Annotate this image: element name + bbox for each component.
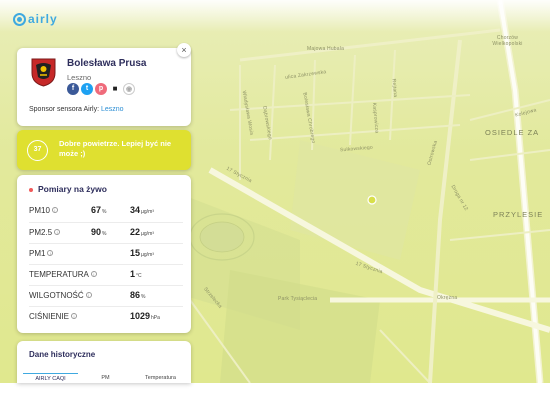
- measurement-label: WILGOTNOŚĆ i: [29, 291, 92, 300]
- station-name: Bolesława Prusa: [67, 58, 147, 69]
- map-label-przylesie: PRZYLESIE: [493, 210, 544, 219]
- tab-airly-caqi[interactable]: AIRLY CAQI: [23, 373, 78, 383]
- map-label-chorzow: Chorzów Wielkopolski: [492, 35, 523, 47]
- station-city: Leszno: [67, 73, 92, 82]
- measurement-value: 86%: [130, 290, 146, 300]
- pocket-icon[interactable]: p: [95, 83, 107, 95]
- measurement-row-temperature: TEMPERATURA i 1°C: [29, 264, 183, 284]
- map-label-okrezna: Okrężna: [437, 295, 458, 301]
- measurement-value: 1°C: [130, 269, 142, 279]
- measurement-value: 34µg/m³: [130, 205, 154, 215]
- map-label-park: Park Tysiąclecia: [278, 296, 318, 302]
- sponsor-link[interactable]: Leszno: [101, 106, 124, 113]
- airly-logo[interactable]: airly: [13, 12, 58, 26]
- measurement-percent: 67%: [91, 205, 107, 215]
- history-card: Dane historyczne AIRLY CAQI PM Temperatu…: [17, 341, 191, 383]
- measurements-title: Pomiary na żywo: [29, 184, 107, 194]
- social-links: f t p ■ ◉: [67, 83, 135, 95]
- sponsor-line: Sponsor sensora Airly: Leszno: [29, 106, 124, 113]
- location-icon[interactable]: ◉: [123, 83, 135, 95]
- info-icon[interactable]: i: [85, 292, 92, 298]
- measurement-label: TEMPERATURA i: [29, 270, 97, 279]
- live-measurements-card: Pomiary na żywo PM10 i 67% 34µg/m³ PM2.5 i…: [17, 175, 191, 333]
- measurement-row-pm10: PM10 i 67% 34µg/m³: [29, 201, 183, 221]
- map-label-osiedle: OSIEDLE ZA: [485, 128, 540, 137]
- logo-text: airly: [28, 12, 58, 26]
- measurement-row-pm25: PM2.5 i 90% 22µg/m³: [29, 222, 183, 242]
- facebook-icon[interactable]: f: [67, 83, 79, 95]
- info-icon[interactable]: i: [51, 207, 58, 213]
- close-button[interactable]: ×: [177, 43, 191, 57]
- tab-pm[interactable]: PM: [78, 373, 133, 383]
- info-icon[interactable]: i: [71, 313, 78, 319]
- twitter-icon[interactable]: t: [81, 83, 93, 95]
- live-dot-icon: [29, 187, 33, 192]
- city-crest-icon: [31, 58, 56, 87]
- air-quality-status: 37 Dobre powietrze. Lepiej być nie może …: [17, 130, 191, 170]
- measurement-label: PM1 i: [29, 249, 54, 258]
- measurement-value: 1029hPa: [130, 311, 160, 321]
- sensor-marker[interactable]: [367, 195, 377, 205]
- history-title: Dane historyczne: [29, 350, 96, 359]
- measurements-title-text: Pomiary na żywo: [38, 184, 107, 194]
- sponsor-label: Sponsor sensora Airly:: [29, 106, 101, 113]
- measurement-label: PM2.5 i: [29, 228, 61, 237]
- measurement-value: 15µg/m³: [130, 248, 154, 258]
- history-tabs: AIRLY CAQI PM Temperatura: [23, 373, 188, 383]
- page-bottom: [0, 383, 550, 400]
- info-icon[interactable]: i: [54, 229, 61, 235]
- station-card: Bolesława Prusa Leszno f t p ■ ◉ Sponsor…: [17, 48, 191, 126]
- measurement-value: 22µg/m³: [130, 227, 154, 237]
- measurement-label: CIŚNIENIE i: [29, 312, 78, 321]
- share-icon[interactable]: ■: [109, 83, 121, 95]
- status-message: Dobre powietrze. Lepiej być nie może ;): [59, 139, 172, 158]
- map-top-fade: [0, 0, 550, 32]
- caqi-badge: 37: [27, 140, 48, 161]
- tab-temperature[interactable]: Temperatura: [133, 373, 188, 383]
- map-label-majowa: Majowa Hubala: [307, 46, 345, 52]
- measurement-row-pressure: CIŚNIENIE i 1029hPa: [29, 306, 183, 326]
- measurement-row-humidity: WILGOTNOŚĆ i 86%: [29, 285, 183, 305]
- measurement-percent: 90%: [91, 227, 107, 237]
- measurement-row-pm1: PM1 i 15µg/m³: [29, 243, 183, 263]
- info-icon[interactable]: i: [47, 250, 54, 256]
- measurement-label: PM10 i: [29, 206, 58, 215]
- airly-logo-icon: [13, 12, 26, 26]
- info-icon[interactable]: i: [90, 271, 97, 277]
